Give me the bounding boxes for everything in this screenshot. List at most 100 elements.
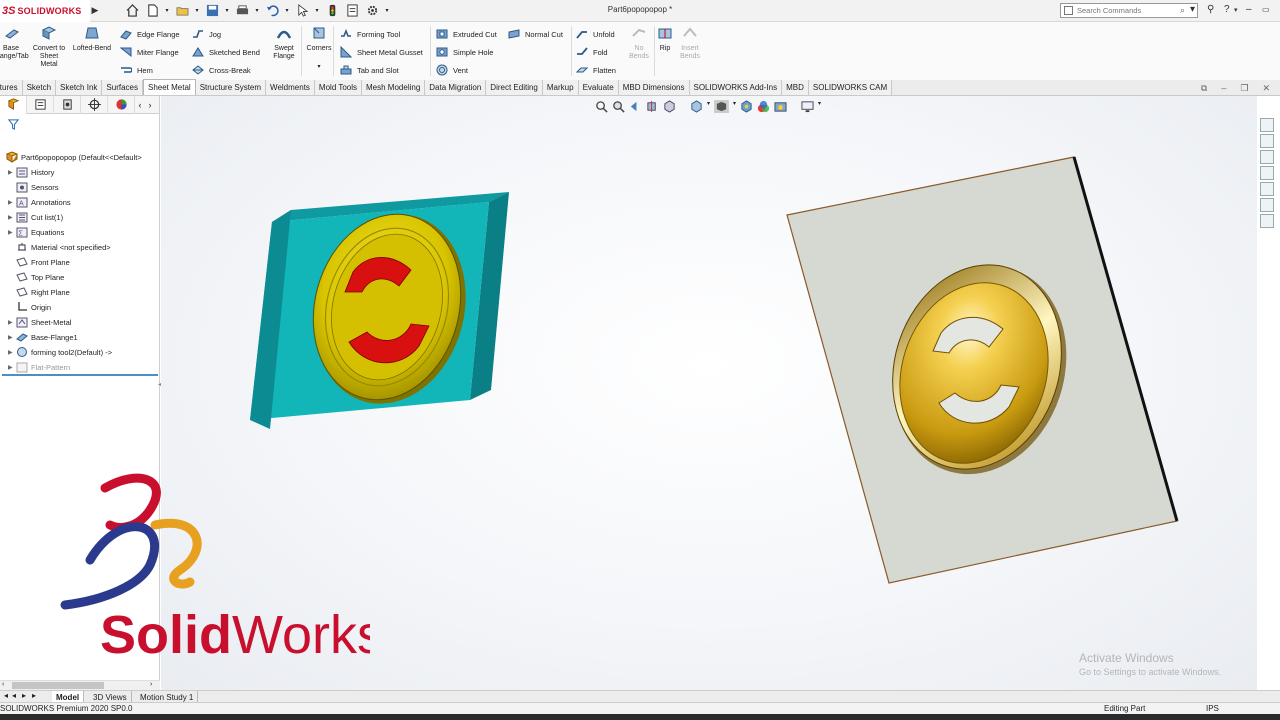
section-view-icon[interactable]	[646, 100, 659, 113]
insert-bends-button[interactable]: Insert Bends	[676, 26, 704, 61]
tab-features[interactable]: Features	[0, 80, 23, 95]
vent-button[interactable]: Vent	[436, 63, 468, 77]
tree-root-part[interactable]: Part6popopopop (Default<<Default>	[6, 150, 142, 164]
help-icon[interactable]: ?	[1224, 4, 1230, 15]
expand-arrow-icon[interactable]: ▶	[8, 229, 16, 236]
tab-solidworks-add-ins[interactable]: SOLIDWORKS Add-Ins	[689, 80, 783, 95]
file-explorer-icon[interactable]	[1260, 150, 1274, 164]
units-label[interactable]: IPS	[1206, 704, 1219, 713]
search-scope-icon[interactable]	[1064, 6, 1073, 15]
tree-item-sheet-metal[interactable]: ▶ Sheet-Metal	[8, 315, 71, 329]
zoom-to-fit-icon[interactable]	[595, 100, 608, 113]
dropdown-arrow-icon[interactable]: ▾	[707, 100, 710, 113]
normal-cut-button[interactable]: Normal Cut	[508, 27, 563, 41]
solidworks-logo[interactable]: 3S SOLIDWORKS	[0, 0, 90, 22]
bottom-scroll-right-icon[interactable]: ▸	[32, 691, 36, 700]
dropdown-arrow-icon[interactable]: ▾	[733, 100, 736, 113]
swept-flange-button[interactable]: Swept Flange	[268, 26, 300, 61]
appearances-icon[interactable]	[1260, 182, 1274, 196]
tree-item-annotations[interactable]: ▶ A Annotations	[8, 195, 71, 209]
tab-sheet-metal[interactable]: Sheet Metal	[142, 79, 196, 95]
dropdown-arrow-icon[interactable]: ▾	[818, 100, 821, 113]
tree-item-cut-list[interactable]: ▶ Cut list(1)	[8, 210, 63, 224]
dynamic-annotation-icon[interactable]	[663, 100, 676, 113]
tab-structure-system[interactable]: Structure System	[195, 80, 267, 95]
file-properties-icon[interactable]	[343, 2, 361, 20]
save-icon[interactable]	[203, 2, 221, 20]
no-bends-button[interactable]: No Bends	[624, 26, 654, 61]
tab-solidworks-cam[interactable]: SOLIDWORKS CAM	[808, 80, 893, 95]
select-cursor-icon[interactable]	[293, 2, 311, 20]
search-input[interactable]	[1077, 6, 1177, 15]
view-settings-icon[interactable]	[801, 100, 814, 113]
search-dropdown-icon[interactable]: ▾	[1190, 4, 1195, 15]
edit-appearance-icon[interactable]	[757, 100, 770, 113]
dropdown-arrow-icon[interactable]: ▾	[223, 2, 231, 20]
tree-item-right-plane[interactable]: Right Plane	[8, 285, 70, 299]
tree-horizontal-scrollbar[interactable]: ‹ ›	[0, 680, 160, 690]
home-icon[interactable]	[123, 2, 141, 20]
search-commands-field[interactable]: ⌕	[1060, 3, 1198, 18]
dimxpert-tab[interactable]	[81, 95, 108, 114]
tab-surfaces[interactable]: Surfaces	[102, 80, 143, 95]
dropdown-arrow-icon[interactable]: ▾	[313, 2, 321, 20]
tab-markup[interactable]: Markup	[542, 80, 579, 95]
expand-arrow-icon[interactable]: ▶	[8, 319, 16, 326]
tree-item-equations[interactable]: ▶ Σ Equations	[8, 225, 64, 239]
jog-button[interactable]: Jog	[192, 27, 221, 41]
tab-mold-tools[interactable]: Mold Tools	[314, 80, 363, 95]
expand-arrow-icon[interactable]: ▶	[8, 214, 16, 221]
minimize-icon[interactable]: –	[1246, 4, 1252, 15]
apply-scene-icon[interactable]	[774, 100, 787, 113]
tab-weldments[interactable]: Weldments	[266, 80, 315, 95]
user-icon[interactable]: ⚲	[1207, 4, 1214, 15]
lofted-bend-button[interactable]: Lofted-Bend	[68, 26, 116, 53]
previous-view-icon[interactable]	[629, 100, 642, 113]
display-manager-tab[interactable]	[108, 95, 135, 114]
tab-mbd[interactable]: MBD	[782, 80, 809, 95]
fold-button[interactable]: Fold	[576, 45, 608, 59]
solidworks-resources-icon[interactable]	[1260, 118, 1274, 132]
tab-and-slot-button[interactable]: Tab and Slot	[340, 63, 399, 77]
options-gear-icon[interactable]	[363, 2, 381, 20]
corners-button[interactable]: Corners ▾	[302, 26, 336, 71]
rip-button[interactable]: Rip	[655, 26, 675, 53]
bottom-scroll-next-icon[interactable]: ▸	[22, 691, 26, 700]
help-dropdown-icon[interactable]: ▾	[1234, 6, 1238, 14]
tab-sketch-ink[interactable]: Sketch Ink	[56, 80, 103, 95]
flatten-button[interactable]: Flatten	[576, 63, 616, 77]
bottom-scroll-prev-icon[interactable]: ◂	[12, 691, 16, 700]
scroll-left-icon[interactable]: ‹	[2, 681, 4, 688]
rebuild-icon[interactable]	[323, 2, 341, 20]
zoom-to-area-icon[interactable]	[612, 100, 625, 113]
tree-item-front-plane[interactable]: Front Plane	[8, 255, 70, 269]
sheet-metal-gusset-button[interactable]: Sheet Metal Gusset	[340, 45, 423, 59]
tab-mesh-modeling[interactable]: Mesh Modeling	[362, 80, 426, 95]
hide-show-items-icon[interactable]	[740, 100, 753, 113]
extruded-cut-button[interactable]: Extruded Cut	[436, 27, 497, 41]
simple-hole-button[interactable]: Simple Hole	[436, 45, 493, 59]
expand-arrow-icon[interactable]: ▶	[8, 199, 16, 206]
bottom-scroll-left-icon[interactable]: ◂	[4, 691, 8, 700]
tab-sketch[interactable]: Sketch	[22, 80, 57, 95]
dropdown-arrow-icon[interactable]: ▾	[383, 2, 391, 20]
open-folder-icon[interactable]	[173, 2, 191, 20]
rollback-bar[interactable]	[2, 374, 158, 376]
expand-arrow-icon[interactable]: ▶	[8, 364, 16, 371]
tree-item-forming-tool[interactable]: ▶ forming tool2(Default) ->	[8, 345, 112, 359]
custom-properties-icon[interactable]	[1260, 198, 1274, 212]
convert-to-sheet-metal-button[interactable]: Convert to Sheet Metal	[32, 26, 66, 69]
dropdown-arrow-icon[interactable]: ▾	[253, 2, 261, 20]
dropdown-arrow-icon[interactable]: ▾	[193, 2, 201, 20]
new-document-icon[interactable]	[143, 2, 161, 20]
sketched-bend-button[interactable]: Sketched Bend	[192, 45, 260, 59]
hem-button[interactable]: Hem	[120, 63, 153, 77]
feature-manager-tab[interactable]	[0, 95, 27, 114]
edge-flange-button[interactable]: Edge Flange	[120, 27, 180, 41]
dropdown-arrow-icon[interactable]: ▾	[283, 2, 291, 20]
property-manager-tab[interactable]	[27, 95, 54, 114]
tab-data-migration[interactable]: Data Migration	[425, 80, 487, 95]
tree-item-history[interactable]: ▶ History	[8, 165, 54, 179]
sheet-metal-plate-model[interactable]	[781, 151, 1181, 591]
base-flange-button[interactable]: Base Flange/Tab	[0, 26, 30, 61]
